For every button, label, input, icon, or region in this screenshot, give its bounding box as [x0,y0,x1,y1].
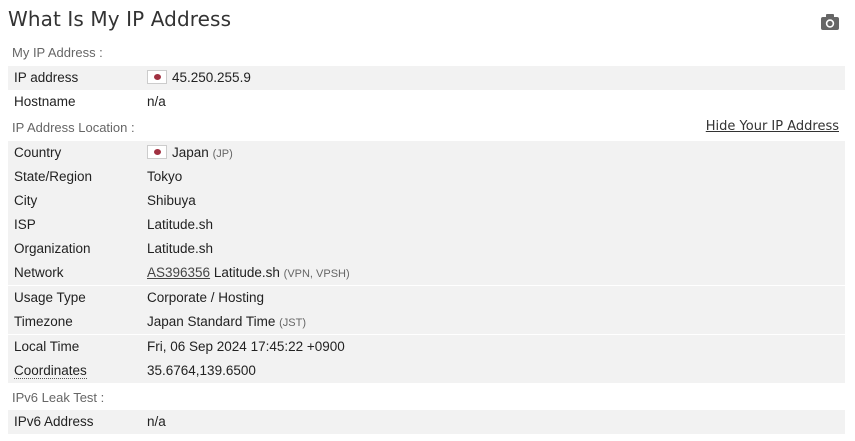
city-value: Shibuya [147,193,196,208]
japan-flag-icon [147,145,167,159]
region-value: Tokyo [147,169,183,184]
row-country: Country Japan (JP) [8,141,845,165]
timezone-label: Timezone [14,314,73,329]
isp-value: Latitude.sh [147,217,214,232]
row-local-time: Local Time Fri, 06 Sep 2024 17:45:22 +09… [8,335,845,359]
ipv6-address-value: n/a [147,414,166,429]
row-timezone: Timezone Japan Standard Time (JST) [8,310,845,334]
local-time-value: Fri, 06 Sep 2024 17:45:22 +0900 [147,339,345,354]
region-label: State/Region [14,169,93,184]
row-organization: Organization Latitude.sh [8,237,845,261]
organization-label: Organization [14,241,91,256]
coordinates-value: 35.6764,139.6500 [147,363,256,378]
asn-link[interactable]: AS396356 [147,265,210,280]
page-title: What Is My IP Address [8,7,232,31]
row-coordinates: Coordinates 35.6764,139.6500 [8,359,845,383]
network-label: Network [14,265,64,280]
hostname-value: n/a [147,94,166,109]
country-label: Country [14,145,62,160]
organization-value: Latitude.sh [147,241,214,256]
network-value: AS396356 Latitude.sh (VPN, VPSH) [147,265,350,280]
timezone-value: Japan Standard Time (JST) [147,314,306,329]
row-usage-type: Usage Type Corporate / Hosting [8,286,845,310]
row-city: City Shibuya [8,189,845,213]
ip-address-label: IP address [14,70,79,85]
row-hostname: Hostname n/a [8,90,845,114]
camera-icon[interactable] [820,13,840,31]
japan-flag-icon [147,70,167,84]
timezone-abbr: (JST) [279,317,306,329]
usage-type-value: Corporate / Hosting [147,290,265,305]
hide-ip-link[interactable]: Hide Your IP Address [706,119,839,134]
section-location: IP Address Location : [12,120,135,135]
row-ipv6-address: IPv6 Address n/a [8,410,845,434]
usage-type-label: Usage Type [14,290,86,305]
city-label: City [14,193,38,208]
row-region: State/Region Tokyo [8,165,845,189]
row-isp: ISP Latitude.sh [8,213,845,237]
coordinates-label[interactable]: Coordinates [14,363,87,379]
isp-label: ISP [14,217,36,232]
timezone-text: Japan Standard Time [147,314,276,329]
network-name: Latitude.sh [213,265,280,280]
ip-address-text: 45.250.255.9 [172,70,251,85]
network-tags: (VPN, VPSH) [283,268,350,280]
ip-address-value: 45.250.255.9 [147,70,251,85]
section-my-ip: My IP Address : [12,45,103,60]
row-ip-address: IP address 45.250.255.9 [8,66,845,90]
row-network: Network AS396356 Latitude.sh (VPN, VPSH) [8,261,845,285]
ipv6-address-label: IPv6 Address [14,414,94,429]
local-time-label: Local Time [14,339,80,354]
section-ipv6: IPv6 Leak Test : [12,390,105,405]
country-code: (JP) [212,148,233,160]
hostname-label: Hostname [14,94,76,109]
country-value: Japan (JP) [147,145,233,160]
country-text: Japan [172,145,209,160]
